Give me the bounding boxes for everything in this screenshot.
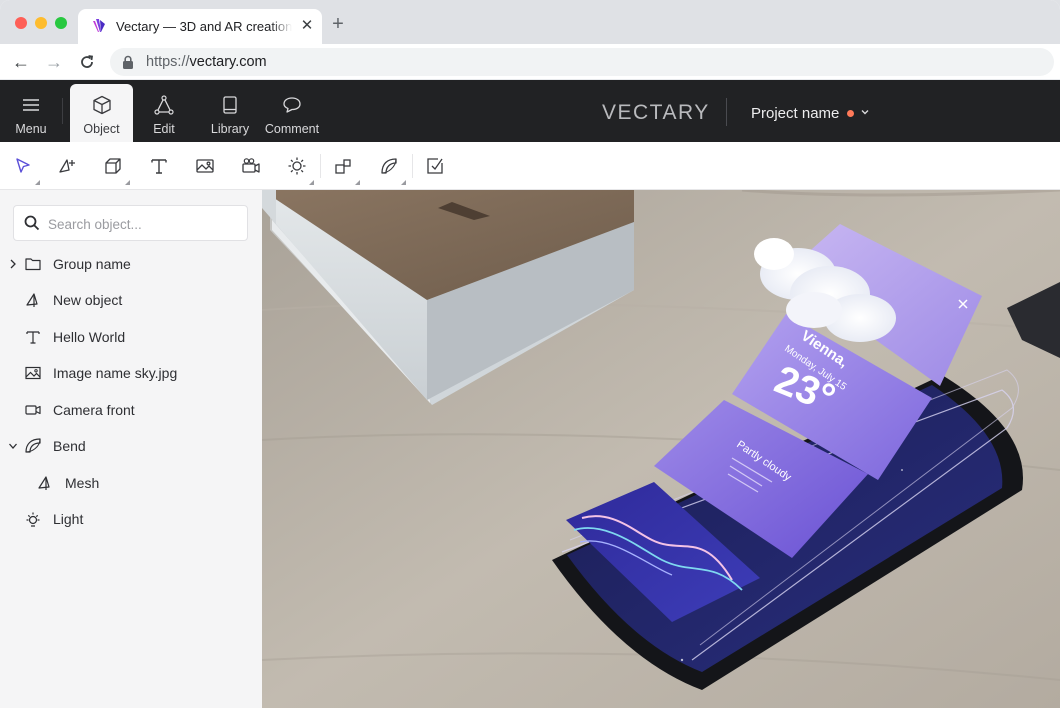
menu-button[interactable]: Menu [0, 80, 62, 142]
deformer-tool-button[interactable] [378, 155, 406, 185]
forward-arrow-icon[interactable]: → [43, 51, 65, 73]
bend-icon [25, 438, 41, 453]
lock-icon [123, 55, 133, 69]
light-tool-button[interactable] [286, 155, 314, 185]
project-name[interactable]: Project name [751, 105, 839, 122]
image-icon [25, 366, 41, 380]
vertex-icon [154, 95, 174, 115]
reload-icon[interactable] [76, 51, 98, 73]
browser-tabstrip: Vectary — 3D and AR creation tool ✕ + [0, 0, 1060, 44]
select-tool-button[interactable] [12, 155, 40, 185]
select-arrow-icon [16, 158, 30, 173]
divider [320, 154, 321, 178]
primitive-tool-button[interactable] [102, 155, 130, 185]
tree-item-mesh[interactable]: Mesh [0, 469, 262, 499]
tree-item-light[interactable]: Light [0, 505, 262, 535]
tab-library[interactable]: Library [202, 80, 258, 142]
light-icon [288, 157, 306, 175]
tree-item-label: Image name sky.jpg [53, 365, 178, 381]
chevron-down-icon[interactable] [860, 107, 870, 117]
mesh-icon [38, 476, 50, 490]
close-window-button[interactable] [15, 17, 27, 29]
menu-label: Menu [15, 122, 47, 136]
address-bar: ← → https://vectary.com [0, 44, 1060, 80]
tab-title: Vectary — 3D and AR creation tool [116, 19, 292, 34]
cube-primitive-icon [105, 158, 121, 174]
comment-label: Comment [264, 122, 320, 136]
image-icon [196, 159, 214, 173]
group-icon [335, 159, 351, 174]
text-icon [151, 159, 167, 174]
tab-object[interactable]: Object [70, 84, 133, 142]
close-tab-icon[interactable]: ✕ [298, 17, 316, 35]
url-text: https://vectary.com [146, 54, 267, 70]
divider [726, 98, 727, 126]
edit-label: Edit [153, 122, 175, 136]
browser-window: Vectary — 3D and AR creation tool ✕ + ← … [0, 0, 1060, 708]
tree-item-label: Group name [53, 256, 131, 272]
camera-icon [25, 405, 41, 415]
folder-icon [25, 258, 41, 271]
tree-item-camera[interactable]: Camera front [0, 396, 262, 426]
scene-tree-panel: Group name New object Hello World Image … [0, 190, 262, 708]
group-tool-button[interactable] [332, 155, 360, 185]
hamburger-icon [23, 99, 39, 111]
add-point-tool-button[interactable] [56, 155, 78, 177]
chevron-down-icon[interactable] [8, 440, 18, 452]
search-input[interactable] [48, 214, 238, 234]
brand-wordmark: VECTARY [602, 101, 710, 124]
divider [412, 154, 413, 178]
text-icon [26, 331, 40, 344]
tool-bar [0, 142, 1060, 190]
browser-tab[interactable]: Vectary — 3D and AR creation tool ✕ [78, 9, 322, 44]
library-label: Library [210, 122, 250, 136]
object-label: Object [83, 122, 120, 136]
tree-item-label: Light [53, 511, 84, 527]
tab-edit[interactable]: Edit [138, 80, 190, 142]
tree-item-new-object[interactable]: New object [0, 286, 262, 316]
tree-item-image[interactable]: Image name sky.jpg [0, 359, 262, 389]
divider [62, 98, 63, 124]
tree-item-label: Mesh [65, 475, 100, 491]
tree-item-group[interactable]: Group name [0, 250, 262, 280]
book-icon [223, 96, 237, 114]
unsaved-indicator [847, 110, 854, 117]
tree-item-label: Bend [53, 438, 86, 454]
tree-item-label: New object [53, 292, 123, 308]
export-icon [427, 158, 443, 174]
search-box[interactable] [13, 205, 248, 241]
chevron-right-icon[interactable] [8, 258, 18, 270]
mesh-icon [26, 293, 38, 307]
tree-item-bend[interactable]: Bend [0, 432, 262, 462]
tree-item-hello-world[interactable]: Hello World [0, 323, 262, 353]
scene-render: Partly cloudy 23° Vienna, Monday, July 1… [262, 190, 1060, 708]
cube-icon [92, 95, 111, 115]
new-tab-icon[interactable]: + [328, 14, 348, 34]
light-icon [26, 512, 40, 527]
export-tool-button[interactable] [424, 155, 446, 177]
3d-viewport[interactable]: Partly cloudy 23° Vienna, Monday, July 1… [262, 190, 1060, 708]
tree-item-label: Camera front [53, 402, 135, 418]
maximize-window-button[interactable] [55, 17, 67, 29]
camera-icon [242, 158, 260, 173]
app-header: Menu Object Edit Library Comment [0, 80, 1060, 142]
image-tool-button[interactable] [194, 155, 216, 177]
text-tool-button[interactable] [148, 155, 170, 177]
tab-comment[interactable]: Comment [262, 80, 322, 142]
search-icon [24, 215, 40, 231]
add-point-icon [59, 159, 75, 173]
camera-tool-button[interactable] [240, 155, 262, 177]
deformer-icon [381, 158, 397, 174]
minimize-window-button[interactable] [35, 17, 47, 29]
url-field[interactable]: https://vectary.com [110, 48, 1054, 76]
back-arrow-icon[interactable]: ← [10, 51, 32, 73]
vectary-logo-icon [93, 19, 105, 32]
speech-bubble-icon [283, 97, 301, 113]
tree-item-label: Hello World [53, 329, 126, 345]
